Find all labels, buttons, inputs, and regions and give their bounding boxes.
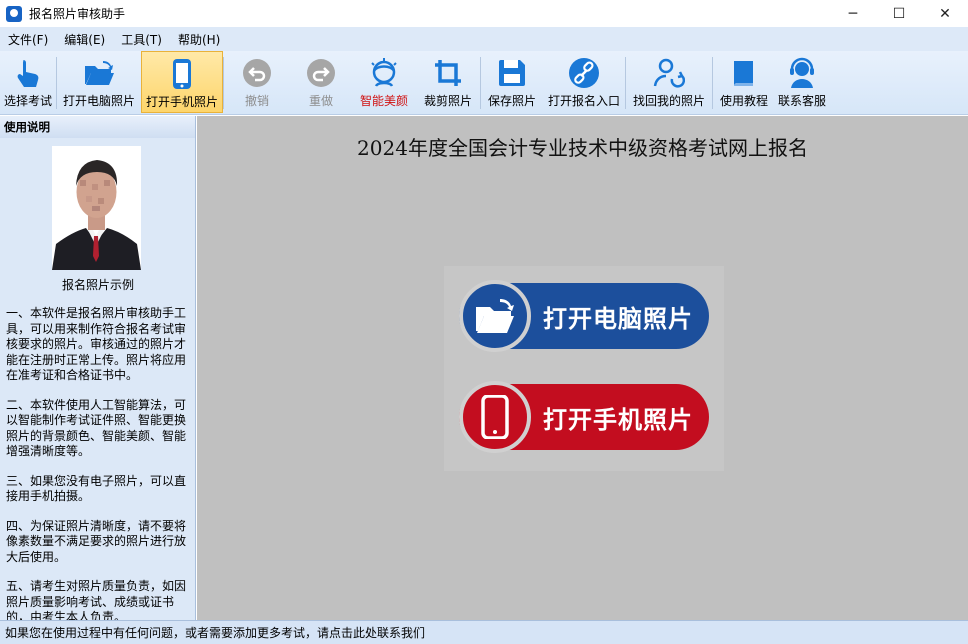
open-pc-photo-label: 打开电脑照片 [62,94,135,108]
headset-support-icon [786,57,818,89]
redo-button[interactable]: 重做 [290,51,352,113]
open-pc-photo-button[interactable]: 打开电脑照片 [57,51,141,113]
open-photo-panel: 打开电脑照片 打开手机照片 [444,266,724,471]
maximize-button[interactable]: ☐ [876,0,922,27]
window-title: 报名照片审核助手 [29,7,126,21]
face-beauty-icon [368,57,400,89]
save-photo-label: 保存照片 [487,94,536,108]
support-button[interactable]: 联系客服 [775,51,829,113]
save-photo-button[interactable]: 保存照片 [481,51,543,113]
minimize-button[interactable]: ─ [830,0,876,27]
smartphone-icon [166,58,198,90]
toolbar: 选择考试 打开电脑照片 打开手机照片 撤销 重做 智能美颜 裁剪照片 保存照片 … [0,51,968,115]
tutorial-label: 使用教程 [719,94,768,108]
sample-id-photo [52,146,141,270]
app-icon [6,5,22,22]
user-refresh-icon [653,57,685,89]
open-phone-photo-label: 打开手机照片 [145,95,218,109]
menu-tools[interactable]: 工具(T) [115,31,168,48]
open-entry-button[interactable]: 打开报名入口 [543,51,625,113]
tutorial-button[interactable]: 使用教程 [713,51,775,113]
support-label: 联系客服 [777,94,826,108]
instruction-item: 一、本软件是报名照片审核助手工具，可以用来制作符合报名考试审核要求的照片。审核通… [6,306,187,382]
retrieve-photo-label: 找回我的照片 [632,94,705,108]
menu-file[interactable]: 文件(F) [2,31,54,48]
crop-icon [432,57,464,89]
beautify-button[interactable]: 智能美颜 [352,51,416,113]
menu-help[interactable]: 帮助(H) [172,31,226,48]
select-exam-label: 选择考试 [3,94,52,108]
close-button[interactable]: ✕ [922,0,968,27]
instructions-panel: 使用说明 报名照片示例 一、本软件是报名照片审核助手工具，可以用来制作符合报名考… [0,116,196,624]
open-phone-photo-big-label: 打开手机照片 [543,405,693,434]
title-bar: 报名照片审核助手 ─ ☐ ✕ [0,0,968,27]
crop-label: 裁剪照片 [423,94,472,108]
menu-edit[interactable]: 编辑(E) [58,31,111,48]
instruction-item: 二、本软件使用人工智能算法，可以智能制作考试证件照、智能更换照片的背景颜色、智能… [6,397,187,459]
select-exam-button[interactable]: 选择考试 [0,51,56,113]
undo-label: 撤销 [244,94,269,108]
redo-label: 重做 [308,94,333,108]
folder-open-icon [459,280,531,352]
redo-icon [305,57,337,89]
folder-open-icon [83,57,115,89]
instruction-item: 五、请考生对照片质量负责，如因照片质量影响考试、成绩或证书的，由考生本人负责。 [6,579,187,624]
instruction-item: 三、如果您没有电子照片，可以直接用手机拍摄。 [6,473,187,504]
main-workspace: 2024年度全国会计专业技术中级资格考试网上报名 打开电脑照片 打开手机照片 [197,116,968,620]
undo-button[interactable]: 撤销 [224,51,290,113]
hand-pointer-icon [12,57,44,89]
sample-photo-caption: 报名照片示例 [61,278,134,292]
open-phone-photo-big-button[interactable]: 打开手机照片 [459,381,709,453]
open-phone-photo-button[interactable]: 打开手机照片 [141,51,223,113]
link-icon [568,57,600,89]
smartphone-icon [459,381,531,453]
menu-bar: 文件(F) 编辑(E) 工具(T) 帮助(H) [0,27,968,51]
save-disk-icon [496,57,528,89]
instructions-heading: 使用说明 [0,116,195,138]
book-icon [728,57,760,89]
open-pc-photo-big-button[interactable]: 打开电脑照片 [459,280,709,352]
status-contact-link[interactable]: 如果您在使用过程中有任何问题，或者需要添加更多考试，请点击此处联系我们 [5,624,425,641]
undo-icon [241,57,273,89]
exam-title: 2024年度全国会计专业技术中级资格考试网上报名 [357,136,808,160]
instruction-item: 四、为保证照片清晰度，请不要将像素数量不满足要求的照片进行放大后使用。 [6,518,187,564]
open-pc-photo-big-label: 打开电脑照片 [543,304,693,333]
beautify-label: 智能美颜 [359,94,408,108]
open-entry-label: 打开报名入口 [547,94,620,108]
retrieve-photo-button[interactable]: 找回我的照片 [626,51,712,113]
crop-button[interactable]: 裁剪照片 [416,51,480,113]
window-controls: ─ ☐ ✕ [830,0,968,27]
instructions-text: 一、本软件是报名照片审核助手工具，可以用来制作符合报名考试审核要求的照片。审核通… [6,306,190,640]
status-bar[interactable]: 如果您在使用过程中有任何问题，或者需要添加更多考试，请点击此处联系我们 [0,620,968,644]
